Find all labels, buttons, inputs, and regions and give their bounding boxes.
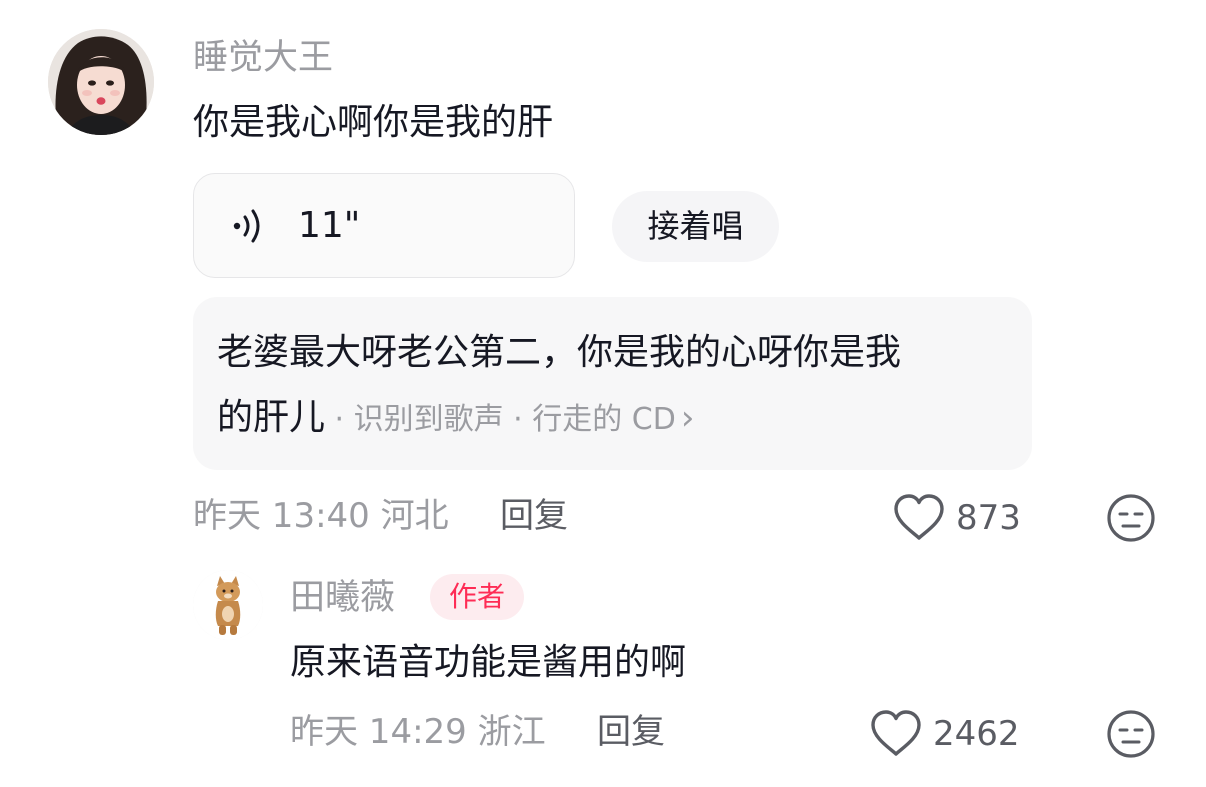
lyrics-tail: 的肝儿 bbox=[217, 397, 326, 438]
reply-avatar[interactable] bbox=[193, 570, 263, 640]
dislike-face-icon[interactable] bbox=[1106, 493, 1156, 543]
voice-wave-icon bbox=[233, 209, 260, 243]
heart-icon[interactable] bbox=[869, 710, 923, 758]
reply-like-count: 2462 bbox=[933, 714, 1020, 754]
comment-text: 你是我心啊你是我的肝 bbox=[193, 102, 554, 143]
sing-along-button[interactable]: 接着唱 bbox=[612, 191, 779, 262]
comment-time-location: 昨天 13:40 河北 bbox=[193, 496, 449, 536]
avatar-image bbox=[193, 570, 263, 640]
avatar-image bbox=[48, 29, 154, 135]
like-count: 873 bbox=[956, 498, 1021, 538]
comment-username[interactable]: 睡觉大王 bbox=[193, 38, 333, 78]
reply-time-location: 昨天 14:29 浙江 bbox=[290, 712, 546, 752]
author-badge: 作者 bbox=[430, 574, 524, 620]
heart-icon[interactable] bbox=[892, 494, 946, 542]
song-recognition-label[interactable]: · 识别到歌声 · 行走的 CD bbox=[325, 402, 676, 437]
voice-duration: 11" bbox=[298, 205, 361, 246]
reply-username[interactable]: 田曦薇 bbox=[290, 578, 395, 618]
reply-reply-button[interactable]: 回复 bbox=[597, 712, 665, 752]
lyrics-line-1: 老婆最大呀老公第二，你是我的心呀你是我 bbox=[217, 332, 902, 373]
lyrics-recognition-card[interactable]: 老婆最大呀老公第二，你是我的心呀你是我 的肝儿 · 识别到歌声 · 行走的 CD… bbox=[193, 297, 1032, 470]
voice-message[interactable]: 11" bbox=[193, 173, 575, 278]
lyrics-line-2: 的肝儿 · 识别到歌声 · 行走的 CD › bbox=[217, 396, 695, 446]
avatar[interactable] bbox=[48, 29, 154, 135]
reply-text: 原来语音功能是酱用的啊 bbox=[290, 642, 687, 683]
chevron-right-icon: › bbox=[680, 398, 695, 438]
dislike-face-icon[interactable] bbox=[1106, 709, 1156, 759]
reply-button[interactable]: 回复 bbox=[500, 496, 568, 536]
